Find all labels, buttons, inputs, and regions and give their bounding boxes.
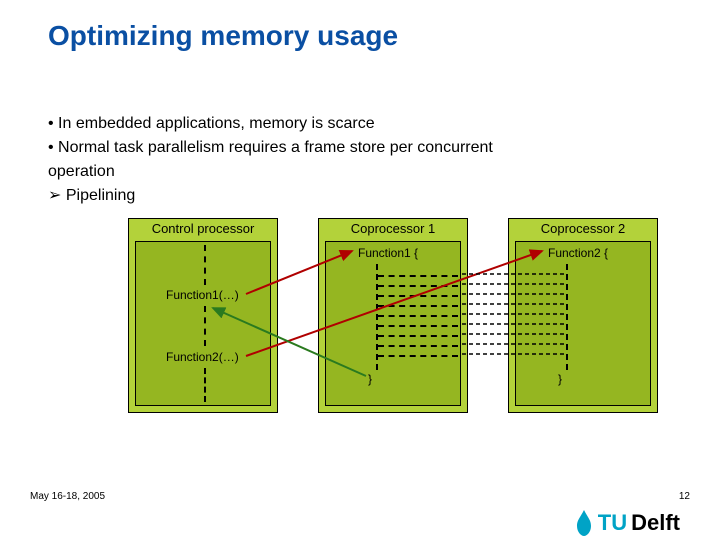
function-call-label: Function2(…) [166,350,239,364]
footer-page-number: 12 [679,491,690,502]
function-call-label: Function1(…) [166,288,239,302]
timeline-dash [204,306,206,346]
function-open-label: Function1 { [358,246,418,260]
box-inner: Function2 { } [515,241,651,406]
data-dash [378,345,458,347]
box-inner: Function1 { } [325,241,461,406]
data-dash [378,285,458,287]
bullet-item: Normal task parallelism requires a frame… [48,136,672,160]
slide-title: Optimizing memory usage [48,20,672,52]
data-dash [378,315,458,317]
logo-text-delft: Delft [631,510,680,536]
data-dash [378,355,458,357]
bullet-item: Pipelining [48,184,672,208]
bullet-item: operation [48,160,672,184]
slide: Optimizing memory usage In embedded appl… [0,0,720,540]
box-header: Coprocessor 1 [319,219,467,237]
timeline-dash [566,264,568,370]
tudelft-logo: TUDelft [574,510,680,536]
coprocessor-2-box: Coprocessor 2 Function2 { } [508,218,658,413]
logo-text-tu: TU [598,510,627,536]
box-header: Control processor [129,219,277,237]
data-dash [378,275,458,277]
timeline-dash [204,368,206,402]
footer-date: May 16-18, 2005 [30,491,105,502]
box-inner: Function1(…) Function2(…) [135,241,271,406]
timeline-dash [204,245,206,285]
bullet-list: In embedded applications, memory is scar… [48,112,672,208]
data-dash [378,325,458,327]
box-header: Coprocessor 2 [509,219,657,237]
coprocessor-1-box: Coprocessor 1 Function1 { } [318,218,468,413]
function-close-label: } [558,372,562,386]
control-processor-box: Control processor Function1(…) Function2… [128,218,278,413]
data-dash [378,305,458,307]
function-open-label: Function2 { [548,246,608,260]
diagram: Control processor Function1(…) Function2… [128,218,668,418]
data-dash [378,335,458,337]
flame-icon [574,510,594,536]
data-dash [378,295,458,297]
function-close-label: } [368,372,372,386]
bullet-item: In embedded applications, memory is scar… [48,112,672,136]
